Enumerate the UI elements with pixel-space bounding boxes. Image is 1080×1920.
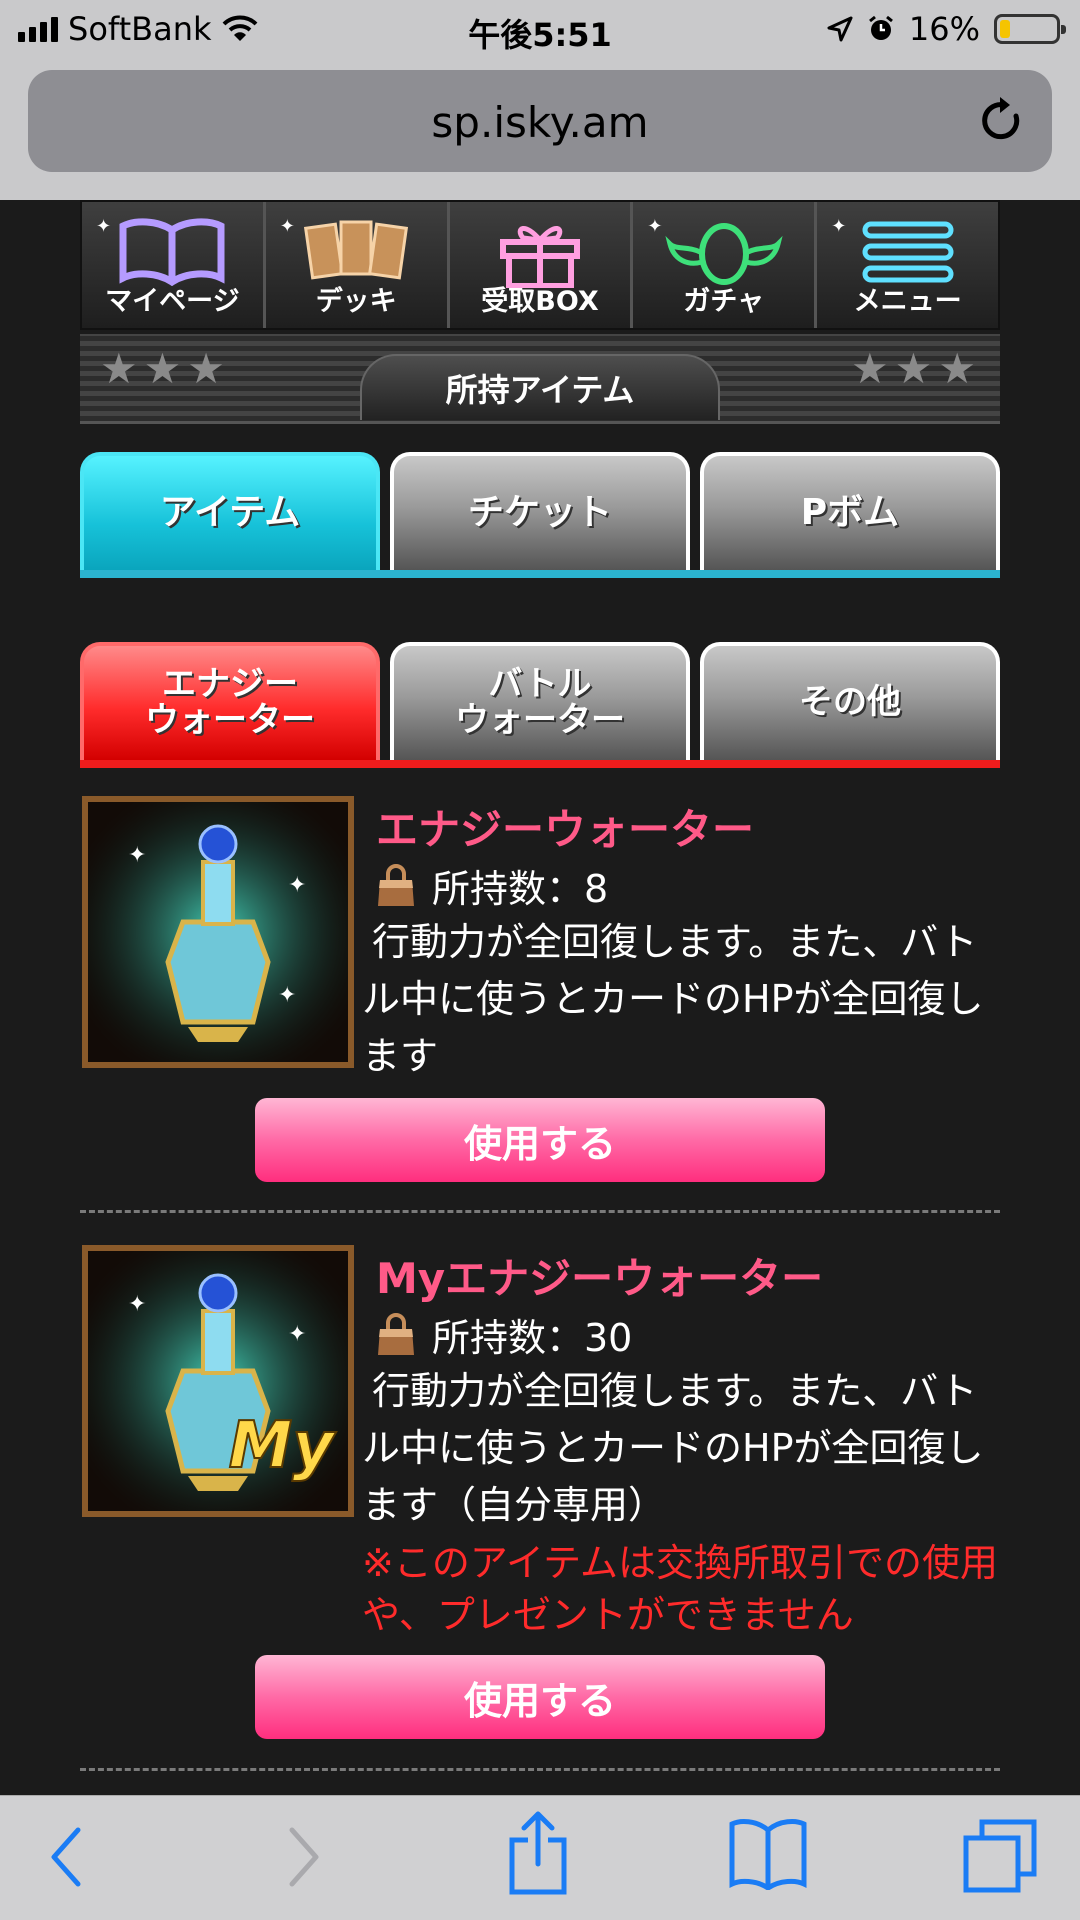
gift-icon [499, 226, 580, 288]
menu-icon [862, 221, 954, 283]
category-tabs: アイテム チケット Pボム [80, 452, 1000, 570]
bookmarks-icon[interactable] [728, 1818, 808, 1890]
tab-p-bomb[interactable]: Pボム [700, 452, 1000, 570]
status-bar: SoftBank 午後5:51 16% [0, 0, 1080, 60]
tab-battle-water[interactable]: バトル ウォーター [390, 642, 690, 760]
section-header: ★★★ ★★★ 所持アイテム [80, 334, 1000, 424]
tab-label: バトル ウォーター [455, 664, 625, 740]
svg-text:✦: ✦ [128, 843, 146, 868]
category-tabs-underline [80, 570, 1000, 578]
browser-toolbar [0, 1795, 1080, 1920]
item-warning: ※このアイテムは交換所取引での使用や、プレゼントができません [362, 1541, 999, 1637]
bag-icon [378, 1312, 414, 1355]
tab-label: エナジー ウォーター [145, 664, 315, 740]
battery-icon [994, 14, 1066, 44]
battery-level [1000, 20, 1010, 38]
sub-tabs-underline [80, 760, 1000, 768]
alarm-icon [868, 15, 893, 40]
tabs-icon[interactable] [962, 1818, 1038, 1894]
url-text: sp.isky.am [431, 98, 649, 147]
back-icon[interactable] [46, 1822, 86, 1892]
game-header: ✦ マイページ ✦ デッキ 受取BOX ✦ ガチャ ✦ メニュー ★★★ ★★★… [80, 200, 1000, 424]
stars-decoration-right: ★★★ [851, 344, 982, 393]
url-field[interactable]: sp.isky.am [28, 70, 1052, 172]
svg-text:✦: ✦ [288, 1322, 306, 1347]
potion-bottle-icon: ✦ ✦ ✦ [88, 802, 348, 1062]
tab-tickets[interactable]: チケット [390, 452, 690, 570]
cards-icon [304, 220, 409, 280]
browser-address-bar: sp.isky.am [0, 60, 1080, 200]
sparkle-icon: ✦ [831, 216, 847, 237]
item-name: Myエナジーウォーター [376, 1254, 824, 1303]
status-right: 16% [827, 10, 1066, 48]
nav-deck[interactable]: ✦ デッキ [265, 202, 450, 328]
main-nav: ✦ マイページ ✦ デッキ 受取BOX ✦ ガチャ ✦ メニュー [80, 200, 1000, 330]
bag-icon [378, 863, 414, 906]
reload-icon[interactable] [976, 94, 1026, 148]
item-image: ✦ ✦ ✦ [82, 796, 354, 1068]
share-icon[interactable] [506, 1810, 570, 1896]
tab-energy-water[interactable]: エナジー ウォーター [80, 642, 380, 760]
my-badge: My [228, 1408, 335, 1484]
tab-items[interactable]: アイテム [80, 452, 380, 570]
list-item: ✦ ✦ ✦ エナジーウォーター 所持数：8 行動力が全回復します。また、バトル中… [80, 796, 1000, 1186]
svg-text:✦: ✦ [128, 1292, 146, 1317]
location-arrow-icon [827, 16, 853, 42]
nav-menu[interactable]: ✦ メニュー [817, 202, 998, 328]
owned-count: 所持数：8 [374, 858, 608, 913]
stars-decoration-left: ★★★ [100, 344, 231, 393]
item-description: 行動力が全回復します。また、バトル中に使うとカードのHPが全回復します [362, 920, 984, 1078]
list-item: ✦ ✦ My Myエナジーウォーター 所持数：30 行動力が全回復します。また、… [80, 1245, 1000, 1745]
use-button[interactable]: 使用する [255, 1655, 825, 1739]
tab-others[interactable]: その他 [700, 642, 1000, 760]
nav-gacha[interactable]: ✦ ガチャ [633, 202, 818, 328]
item-description: 行動力が全回復します。また、バトル中に使うとカードのHPが全回復します（自分専用… [362, 1369, 984, 1527]
nav-mypage[interactable]: ✦ マイページ [82, 202, 266, 328]
tab-label: その他 [799, 682, 901, 723]
egg-wings-icon [665, 223, 783, 285]
item-divider [80, 1210, 1000, 1213]
section-title: 所持アイテム [360, 354, 720, 420]
nav-inbox[interactable]: 受取BOX [449, 202, 634, 328]
sparkle-icon: ✦ [647, 216, 663, 237]
owned-count-label: 所持数：8 [432, 867, 609, 911]
item-image: ✦ ✦ My [82, 1245, 354, 1517]
svg-text:✦: ✦ [278, 983, 296, 1008]
book-icon [119, 218, 225, 286]
item-name: エナジーウォーター [376, 805, 755, 854]
sparkle-icon: ✦ [279, 216, 295, 237]
use-button[interactable]: 使用する [255, 1098, 825, 1182]
owned-count-label: 所持数：30 [432, 1316, 633, 1360]
battery-percent: 16% [908, 10, 980, 48]
sparkle-icon: ✦ [96, 216, 112, 237]
svg-text:✦: ✦ [288, 873, 306, 898]
item-divider [80, 1768, 1000, 1771]
sub-tabs: エナジー ウォーター バトル ウォーター その他 [80, 642, 1000, 760]
forward-icon[interactable] [284, 1822, 324, 1892]
owned-count: 所持数：30 [374, 1307, 632, 1362]
